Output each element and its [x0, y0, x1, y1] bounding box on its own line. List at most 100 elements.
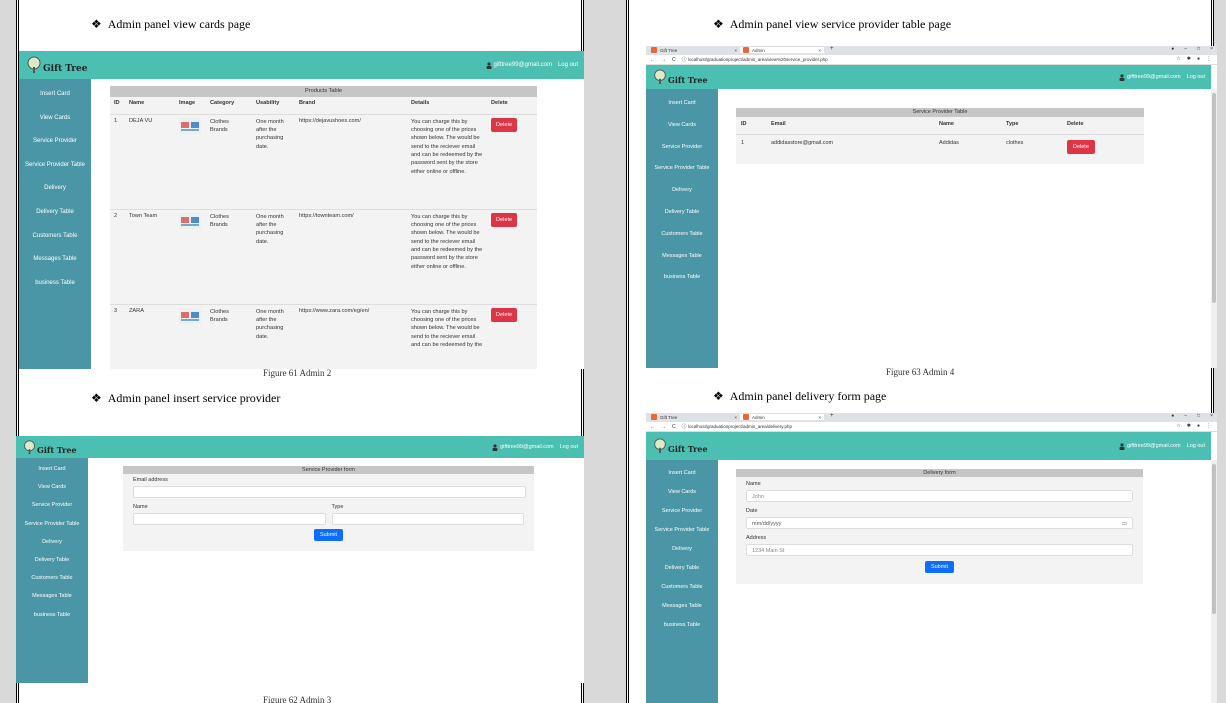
nav-insert-card[interactable]: Insert Card	[16, 460, 88, 478]
tab-close-icon[interactable]: ×	[734, 48, 737, 53]
nav-delivery-table[interactable]: Delivery Table	[646, 202, 718, 224]
calendar-icon[interactable]: ▭	[1122, 521, 1127, 527]
minimize-icon[interactable]: –	[1184, 46, 1187, 52]
tab-close-icon[interactable]: ×	[734, 415, 737, 420]
type-field[interactable]	[331, 513, 524, 525]
name-field[interactable]: John	[746, 490, 1133, 502]
nav-messages-table[interactable]: Messages Table	[16, 587, 88, 605]
nav-service-provider-table[interactable]: Service Provider Table	[646, 158, 718, 180]
cell-image	[175, 208, 206, 304]
email-field[interactable]	[133, 486, 526, 498]
cell-name: ZARA	[125, 303, 175, 364]
profile-icon[interactable]: ●	[1197, 423, 1200, 429]
submit-button[interactable]: Submit	[924, 561, 955, 573]
star-icon[interactable]: ☆	[1176, 56, 1180, 62]
back-icon[interactable]: ←	[650, 57, 655, 63]
tab-gift-tree[interactable]: Gift Tree ×	[651, 414, 737, 420]
nav-insert-card[interactable]: Insert Card	[646, 464, 718, 483]
nav-view-cards[interactable]: View Cards	[646, 483, 718, 502]
nav-service-provider[interactable]: Service Provider	[19, 130, 91, 154]
nav-insert-card[interactable]: Insert Card	[19, 83, 91, 107]
nav-delivery[interactable]: Delivery	[646, 180, 718, 202]
profile-icon[interactable]: ●	[1197, 56, 1200, 62]
profile-dot-icon[interactable]: ●	[1171, 46, 1174, 52]
nav-service-provider[interactable]: Service Provider	[16, 496, 88, 514]
nav-service-provider-table[interactable]: Service Provider Table	[16, 515, 88, 533]
nav-customers-table[interactable]: Customers Table	[16, 569, 88, 587]
nav-insert-card[interactable]: Insert Card	[646, 93, 718, 115]
nav-customers-table[interactable]: Customers Table	[646, 224, 718, 246]
user-email[interactable]: gifttree99@gmail.com	[486, 61, 552, 69]
scrollbar[interactable]	[1211, 460, 1217, 703]
scrollbar-thumb[interactable]	[1212, 464, 1216, 614]
nav-business-table[interactable]: business Table	[16, 606, 88, 624]
nav-view-cards[interactable]: View Cards	[19, 107, 91, 131]
close-window-icon[interactable]: ×	[1210, 46, 1213, 52]
menu-icon[interactable]: ⋮	[1206, 56, 1211, 62]
forward-icon[interactable]: →	[661, 424, 666, 430]
tab-gift-tree[interactable]: Gift Tree ×	[651, 47, 737, 53]
close-window-icon[interactable]: ×	[1210, 413, 1213, 419]
nav-delivery[interactable]: Delivery	[646, 540, 718, 559]
minimize-icon[interactable]: –	[1184, 413, 1187, 419]
tree-icon	[24, 439, 35, 454]
nav-business-table[interactable]: business Table	[19, 272, 91, 296]
profile-dot-icon[interactable]: ●	[1171, 413, 1174, 419]
delete-button[interactable]: Delete	[1067, 139, 1095, 154]
nav-customers-table[interactable]: Customers Table	[646, 578, 718, 597]
scrollbar-thumb[interactable]	[1212, 93, 1216, 303]
url-field[interactable]: localhost/graduationproject/admin_area/d…	[688, 424, 792, 429]
nav-delivery[interactable]: Delivery	[16, 533, 88, 551]
nav-delivery-table[interactable]: Delivery Table	[646, 559, 718, 578]
nav-messages-table[interactable]: Messages Table	[646, 597, 718, 616]
nav-delivery-table[interactable]: Delivery Table	[16, 551, 88, 569]
back-icon[interactable]: ←	[650, 424, 655, 430]
delete-button[interactable]: Delete	[491, 307, 518, 322]
nav-business-table[interactable]: business Table	[646, 616, 718, 635]
user-email[interactable]: gifttree99@gmail.com	[1119, 442, 1181, 450]
user-email[interactable]: gifttree99@gmail.com	[492, 443, 554, 451]
maximize-icon[interactable]: □	[1197, 46, 1200, 52]
url-field[interactable]: localhost/graduationproject/admin_area/v…	[688, 57, 828, 62]
logout-link[interactable]: Log out	[1187, 443, 1205, 449]
maximize-icon[interactable]: □	[1197, 413, 1200, 419]
forward-icon[interactable]: →	[661, 57, 666, 63]
address-field[interactable]: 1234 Main St	[746, 544, 1133, 556]
nav-service-provider-table[interactable]: Service Provider Table	[19, 154, 91, 178]
tab-admin[interactable]: Admin ×	[740, 47, 824, 53]
star-icon[interactable]: ☆	[1176, 423, 1180, 429]
nav-view-cards[interactable]: View Cards	[16, 478, 88, 496]
menu-icon[interactable]: ⋮	[1206, 423, 1211, 429]
new-tab-icon[interactable]: +	[830, 46, 834, 52]
delete-button[interactable]: Delete	[491, 117, 518, 132]
reload-icon[interactable]: C	[672, 424, 676, 430]
name-field[interactable]	[133, 513, 326, 525]
new-tab-icon[interactable]: +	[830, 413, 834, 419]
extensions-icon[interactable]: ✱	[1187, 56, 1191, 62]
logout-link[interactable]: Log out	[558, 62, 578, 68]
nav-service-provider-table[interactable]: Service Provider Table	[646, 521, 718, 540]
col-name: Name	[129, 100, 145, 106]
logout-link[interactable]: Log out	[560, 444, 578, 450]
date-label: Date	[746, 508, 758, 514]
tab-close-icon[interactable]: ×	[818, 415, 821, 420]
nav-service-provider[interactable]: Service Provider	[646, 137, 718, 159]
tab-close-icon[interactable]: ×	[818, 48, 821, 53]
nav-service-provider[interactable]: Service Provider	[646, 502, 718, 521]
user-email[interactable]: gifttree99@gmail.com	[1119, 73, 1181, 81]
nav-delivery-table[interactable]: Delivery Table	[19, 201, 91, 225]
nav-customers-table[interactable]: Customers Table	[19, 225, 91, 249]
extensions-icon[interactable]: ✱	[1187, 423, 1191, 429]
delete-button[interactable]: Delete	[491, 212, 518, 227]
nav-view-cards[interactable]: View Cards	[646, 115, 718, 137]
nav-messages-table[interactable]: Messages Table	[646, 246, 718, 268]
submit-button[interactable]: Submit	[313, 529, 344, 541]
reload-icon[interactable]: C	[672, 57, 676, 63]
date-field[interactable]: mm/dd/yyyy ▭	[746, 517, 1133, 529]
scrollbar[interactable]	[1211, 89, 1217, 368]
nav-messages-table[interactable]: Messages Table	[19, 248, 91, 272]
tab-admin[interactable]: Admin ×	[740, 414, 824, 420]
nav-delivery[interactable]: Delivery	[19, 177, 91, 201]
logout-link[interactable]: Log out	[1187, 74, 1205, 80]
nav-business-table[interactable]: business Table	[646, 267, 718, 289]
